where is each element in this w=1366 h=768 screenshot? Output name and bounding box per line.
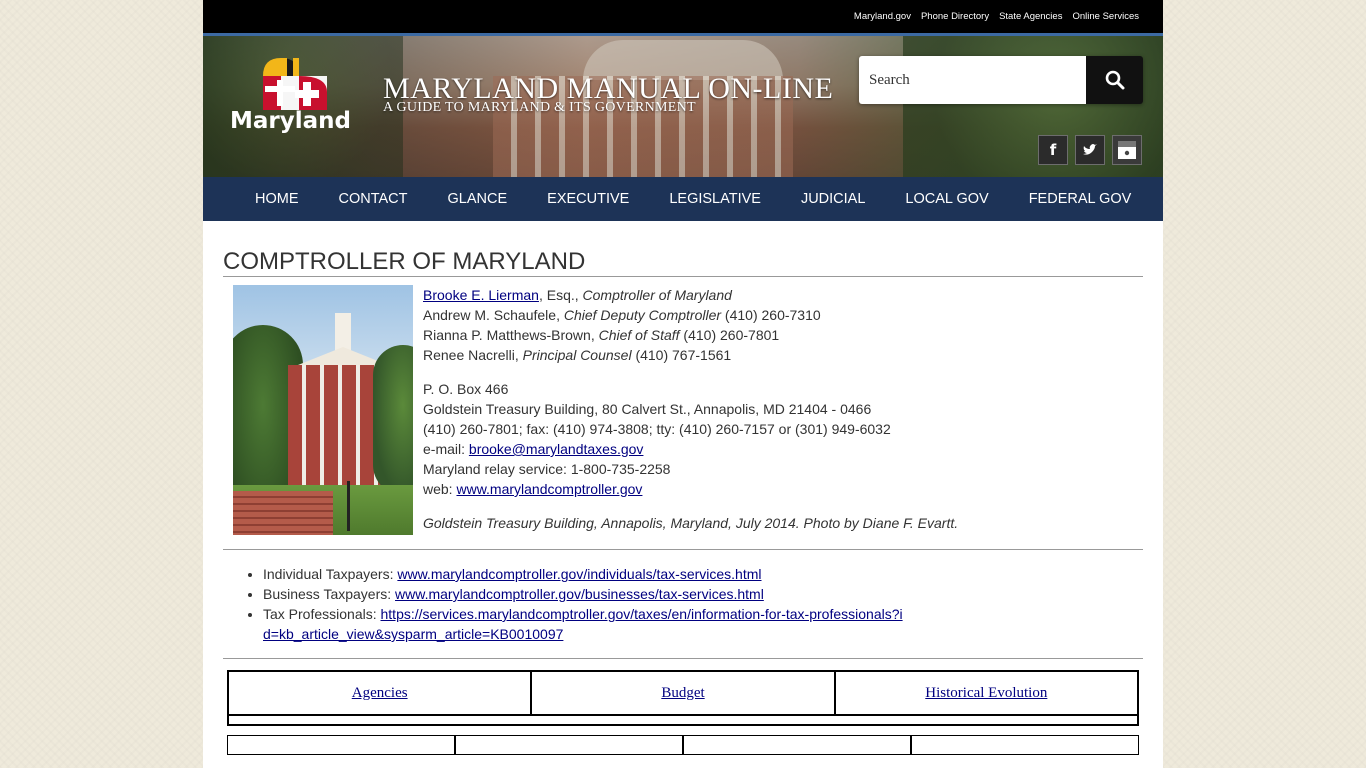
twitter-icon[interactable] [1075, 135, 1105, 165]
page-title: COMPTROLLER OF MARYLAND [223, 248, 586, 275]
email-row: e-mail: brooke@marylandtaxes.gov [423, 441, 644, 457]
list-item: Business Taxpayers: www.marylandcomptrol… [263, 584, 1143, 604]
official-title: Comptroller of Maryland [582, 287, 732, 303]
taxpayer-links-list: Individual Taxpayers: www.marylandcomptr… [223, 550, 1143, 658]
individual-taxpayers-link[interactable]: www.marylandcomptroller.gov/individuals/… [397, 566, 761, 582]
address-block: P. O. Box 466 Goldstein Treasury Buildin… [423, 379, 958, 499]
nav-executive[interactable]: EXECUTIVE [527, 191, 649, 207]
main-nav: HOME CONTACT GLANCE EXECUTIVE LEGISLATIV… [203, 177, 1163, 221]
official-title: Chief Deputy Comptroller [563, 307, 722, 323]
section-divider [223, 658, 1143, 659]
site-subtitle: A GUIDE TO MARYLAND & ITS GOVERNMENT [383, 100, 696, 115]
email-link[interactable]: brooke@marylandtaxes.gov [469, 441, 644, 457]
maryland-wordmark[interactable]: Maryland [230, 108, 351, 134]
comptroller-entry: Brooke E. Lierman, Esq., Comptroller of … [223, 277, 1143, 549]
list-item: Individual Taxpayers: www.marylandcomptr… [263, 564, 1143, 584]
official-phone: (410) 767-1561 [631, 347, 732, 363]
utility-link-online-services[interactable]: Online Services [1072, 11, 1139, 22]
budget-link[interactable]: Budget [661, 685, 704, 701]
contact-details: Brooke E. Lierman, Esq., Comptroller of … [413, 285, 958, 549]
instagram-icon[interactable] [1112, 135, 1142, 165]
utility-link-maryland-gov[interactable]: Maryland.gov [854, 11, 911, 22]
po-box: P. O. Box 466 [423, 381, 509, 397]
business-taxpayers-link[interactable]: www.marylandcomptroller.gov/businesses/t… [395, 586, 764, 602]
official-row: Andrew M. Schaufele, Chief Deputy Comptr… [423, 307, 821, 323]
official-phone: (410) 260-7310 [721, 307, 821, 323]
social-links: f [1038, 135, 1142, 165]
main-content: COMPTROLLER OF MARYLAND Brooke E. Lierma… [203, 248, 1163, 755]
search-input[interactable] [859, 56, 1086, 104]
photo-caption: Goldstein Treasury Building, Annapolis, … [423, 515, 959, 531]
street-address: Goldstein Treasury Building, 80 Calvert … [423, 401, 872, 417]
relay-service: Maryland relay service: 1-800-735-2258 [423, 461, 671, 477]
utility-bar: Maryland.gov Phone Directory State Agenc… [203, 0, 1163, 33]
nav-contact[interactable]: CONTACT [319, 191, 428, 207]
search-icon [1105, 70, 1124, 90]
website-link[interactable]: www.marylandcomptroller.gov [456, 481, 642, 497]
official-title: Chief of Staff [598, 327, 680, 343]
nav-judicial[interactable]: JUDICIAL [781, 191, 885, 207]
nav-legislative[interactable]: LEGISLATIVE [649, 191, 781, 207]
official-title: Principal Counsel [522, 347, 632, 363]
historical-evolution-link[interactable]: Historical Evolution [925, 685, 1047, 701]
list-item: Tax Professionals: https://services.mary… [263, 604, 1143, 644]
section-nav-table: Agencies Budget Historical Evolution [227, 670, 1139, 726]
nav-home[interactable]: HOME [235, 191, 319, 207]
nav-local-gov[interactable]: LOCAL GOV [885, 191, 1008, 207]
header-banner: Maryland MARYLAND MANUAL ON-LINE A GUIDE… [203, 36, 1163, 177]
agencies-link[interactable]: Agencies [352, 685, 408, 701]
secondary-table [227, 735, 1139, 755]
utility-link-phone-directory[interactable]: Phone Directory [921, 11, 989, 22]
nav-federal-gov[interactable]: FEDERAL GOV [1009, 191, 1152, 207]
page: Maryland.gov Phone Directory State Agenc… [203, 0, 1163, 768]
official-row: Rianna P. Matthews-Brown, Chief of Staff… [423, 327, 780, 343]
nav-glance[interactable]: GLANCE [428, 191, 528, 207]
phone-numbers: (410) 260-7801; fax: (410) 974-3808; tty… [423, 421, 891, 437]
web-row: web: www.marylandcomptroller.gov [423, 481, 643, 497]
official-name-link[interactable]: Brooke E. Lierman [423, 287, 539, 303]
official-phone: (410) 260-7801 [679, 327, 780, 343]
official-row: Renee Nacrelli, Principal Counsel (410) … [423, 347, 732, 363]
search-box [859, 56, 1143, 104]
facebook-icon[interactable]: f [1038, 135, 1068, 165]
treasury-building-photo [233, 285, 413, 535]
official-row: Brooke E. Lierman, Esq., Comptroller of … [423, 287, 732, 303]
utility-link-state-agencies[interactable]: State Agencies [999, 11, 1062, 22]
search-button[interactable] [1086, 56, 1143, 104]
